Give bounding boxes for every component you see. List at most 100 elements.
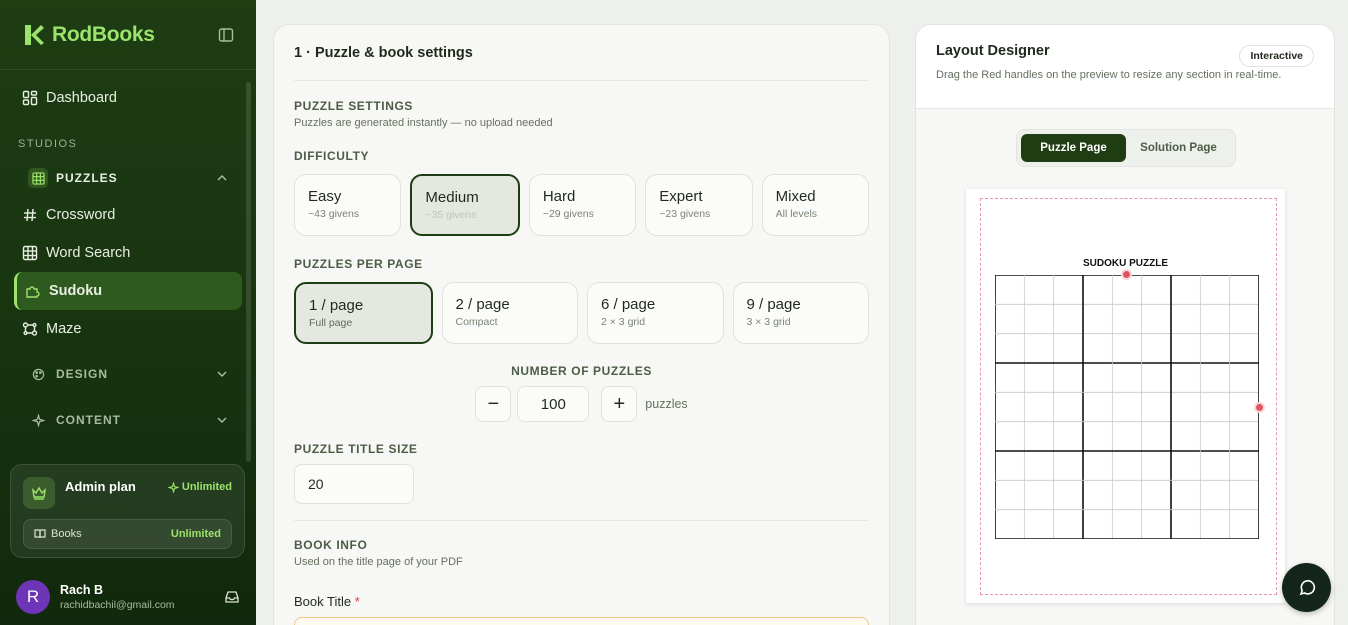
option-sub: 2 × 3 grid — [601, 316, 646, 328]
sudoku-grid-lines — [994, 274, 1260, 540]
option-sub: ~29 givens — [542, 208, 594, 220]
sparkle-icon — [28, 410, 48, 430]
option-sub: Full page — [309, 317, 353, 329]
group-puzzles[interactable]: PUZZLES — [14, 160, 242, 196]
sidebar-collapse-icon[interactable] — [218, 27, 234, 43]
puzzle-settings-heading: PUZZLE SETTINGS — [294, 99, 414, 113]
group-content[interactable]: CONTENT — [14, 402, 242, 438]
book-title-label: Book Title * — [294, 594, 869, 609]
option-title: 1 / page — [309, 297, 364, 314]
option-title: Mixed — [775, 188, 816, 205]
sidebar-scrollbar[interactable] — [246, 82, 251, 462]
inbox-icon[interactable] — [224, 589, 240, 605]
book-info-sub: Used on the title page of your PDF — [294, 556, 463, 568]
difficulty-option-easy[interactable]: Easy ~43 givens — [294, 174, 402, 236]
option-sub: ~43 givens — [308, 208, 360, 220]
layout-designer-panel: Layout Designer Interactive Drag the Red… — [915, 24, 1335, 625]
plan-books-label: Books — [51, 528, 82, 540]
required-mark: * — [354, 594, 360, 609]
user-email: rachidbachil@gmail.com — [60, 599, 175, 611]
difficulty-heading: DIFFICULTY — [294, 149, 370, 163]
decrement-button[interactable]: − — [475, 386, 512, 422]
option-sub: ~35 givens — [425, 209, 477, 221]
chat-icon — [1299, 579, 1315, 595]
group-label: CONTENT — [56, 413, 121, 427]
interactive-badge: Interactive — [1239, 45, 1314, 67]
sidebar-item-label: Word Search — [46, 245, 131, 261]
sidebar: RodBooks Dashboard STUDIOS PUZZLES Cross… — [0, 0, 256, 625]
option-title: Medium — [425, 189, 479, 206]
difficulty-option-hard[interactable]: Hard ~29 givens — [528, 174, 637, 236]
difficulty-option-mixed[interactable]: Mixed All levels — [761, 174, 870, 236]
tab-solution-page[interactable]: Solution Page — [1126, 134, 1231, 162]
count-input[interactable]: 100 — [517, 386, 590, 422]
resize-handle-grid[interactable] — [1254, 402, 1265, 413]
plan-name: Admin plan — [65, 479, 136, 494]
option-sub: ~23 givens — [659, 208, 711, 220]
grid-icon — [28, 168, 48, 188]
difficulty-option-expert[interactable]: Expert ~23 givens — [645, 174, 753, 236]
sidebar-item-label: Sudoku — [49, 283, 103, 299]
option-title: 9 / page — [746, 296, 801, 313]
sidebar-item-word-search[interactable]: Word Search — [14, 234, 242, 272]
user-name: Rach B — [60, 583, 104, 597]
resize-handle-title[interactable] — [1121, 269, 1132, 280]
table-icon — [22, 245, 38, 261]
option-sub: All levels — [775, 208, 818, 220]
group-label: DESIGN — [56, 367, 109, 381]
option-title: Easy — [308, 188, 342, 205]
chevron-down-icon — [217, 371, 227, 378]
sparkle-icon — [167, 481, 179, 493]
sidebar-item-dashboard[interactable]: Dashboard — [14, 80, 242, 116]
count-heading: NUMBER OF PUZZLES — [511, 364, 652, 378]
per-page-heading: PUZZLES PER PAGE — [294, 257, 423, 271]
group-label: PUZZLES — [56, 171, 118, 185]
logo-row: RodBooks — [0, 0, 256, 70]
option-sub: Compact — [455, 316, 498, 328]
tab-puzzle-page[interactable]: Puzzle Page — [1021, 134, 1126, 162]
plan-books-value: Unlimited — [170, 528, 221, 540]
plan-badge-label: Unlimited — [181, 481, 232, 493]
option-title: Expert — [659, 188, 703, 205]
title-size-heading: PUZZLE TITLE SIZE — [294, 442, 418, 456]
book-title-input[interactable] — [294, 617, 869, 625]
page-preview: SUDOKU PUZZLE — [966, 189, 1285, 603]
per-page-options: 1 / page Full page 2 / page Compact 6 / … — [294, 282, 869, 344]
per-page-option-9[interactable]: 9 / page 3 × 3 grid — [732, 282, 869, 344]
sudoku-grid — [994, 274, 1260, 540]
palette-icon — [28, 364, 48, 384]
difficulty-options: Easy ~43 givens Medium ~35 givens Hard ~… — [294, 174, 870, 236]
section-label-studios: STUDIOS — [18, 138, 78, 150]
title-size-input[interactable]: 20 — [294, 464, 414, 504]
increment-button[interactable]: + — [601, 386, 638, 422]
plan-books-row: Books Unlimited — [23, 519, 232, 549]
user-profile[interactable]: R Rach B rachidbachil@gmail.com — [16, 578, 240, 616]
per-page-option-2[interactable]: 2 / page Compact — [441, 282, 578, 344]
per-page-option-1[interactable]: 1 / page Full page — [294, 282, 433, 344]
settings-title: 1 · Puzzle & book settings — [294, 25, 869, 81]
sidebar-item-sudoku[interactable]: Sudoku — [14, 272, 242, 310]
sidebar-item-label: Crossword — [46, 207, 116, 223]
logo-icon — [25, 24, 44, 45]
difficulty-option-medium[interactable]: Medium ~35 givens — [410, 174, 520, 236]
option-title: Hard — [542, 188, 576, 205]
count-stepper: − 100 + puzzles — [294, 386, 869, 422]
sidebar-item-label: Maze — [46, 321, 82, 337]
preview-puzzle-title: SUDOKU PUZZLE — [1083, 258, 1168, 269]
dashboard-icon — [22, 90, 38, 106]
option-sub: 3 × 3 grid — [746, 316, 791, 328]
sidebar-item-crossword[interactable]: Crossword — [14, 196, 242, 234]
layout-designer-header: Layout Designer Interactive Drag the Red… — [916, 25, 1334, 109]
group-design[interactable]: DESIGN — [14, 356, 242, 392]
settings-panel: 1 · Puzzle & book settings PUZZLE SETTIN… — [273, 24, 890, 625]
count-unit: puzzles — [645, 397, 688, 411]
chat-button[interactable] — [1282, 563, 1331, 612]
plan-badge: Unlimited — [167, 481, 232, 493]
sidebar-item-maze[interactable]: Maze — [14, 310, 242, 348]
per-page-option-6[interactable]: 6 / page 2 × 3 grid — [587, 282, 724, 344]
avatar: R — [16, 580, 50, 614]
book-icon — [34, 529, 46, 539]
hash-icon — [24, 208, 36, 222]
divider — [294, 520, 869, 521]
sidebar-item-label: Dashboard — [46, 90, 117, 106]
